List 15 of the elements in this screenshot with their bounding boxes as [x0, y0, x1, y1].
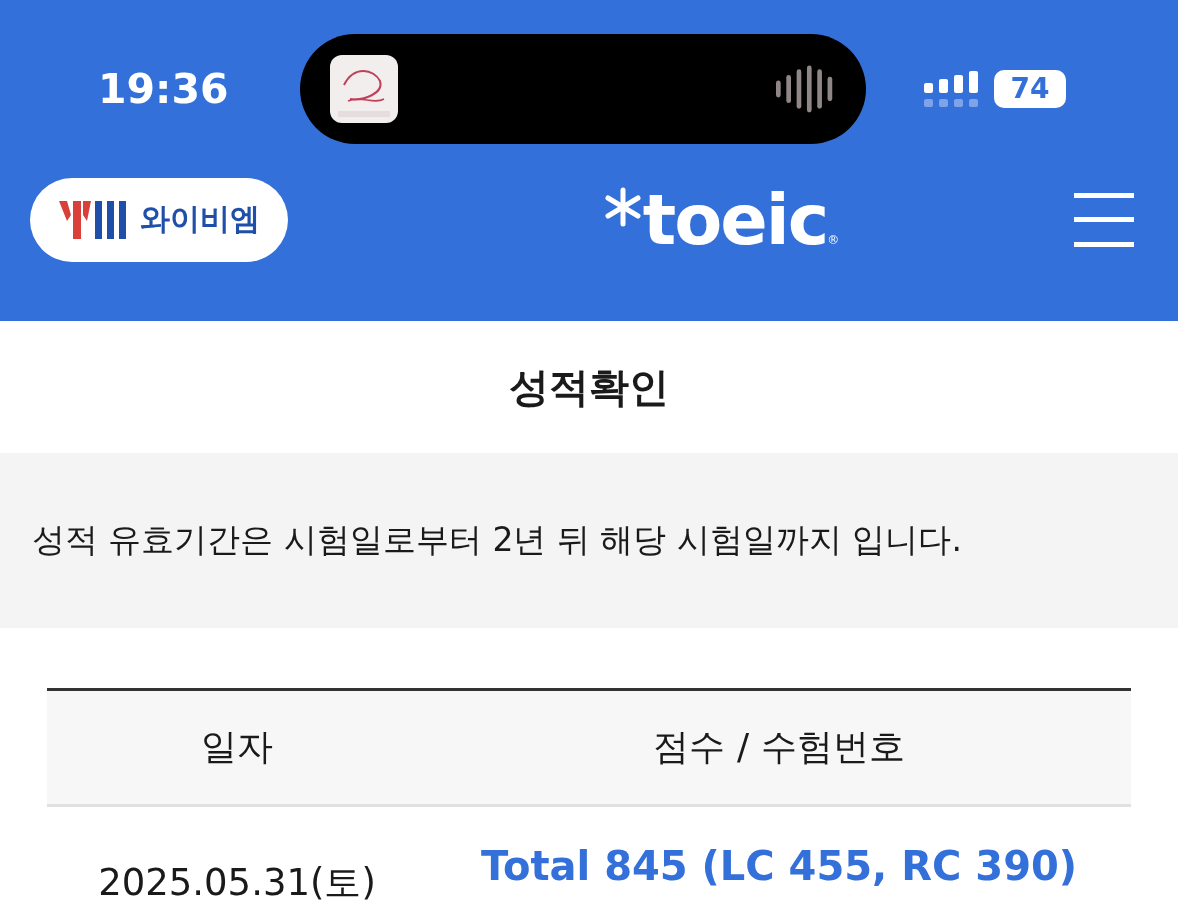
- battery-indicator: 74: [994, 70, 1066, 108]
- status-time: 19:36: [98, 65, 230, 113]
- column-header: 점수 / 수험번호: [652, 725, 906, 769]
- notice-text: 성적 유효기간은 시험일로부터 2년 뒤 해당 시험일까지 입니다.: [32, 519, 962, 561]
- score-link[interactable]: Total 845 (LC 455, RC 390): [427, 843, 1131, 889]
- signal-icon: [924, 71, 978, 107]
- brand-name: 와이비엠: [140, 200, 260, 238]
- page-title: 성적확인: [508, 362, 670, 412]
- table-cell-text: 2025.05.31(토): [97, 863, 377, 903]
- menu-icon[interactable]: [1074, 192, 1134, 247]
- registered-mark: ®: [827, 232, 840, 247]
- brand-badge[interactable]: 와이비엠: [30, 177, 288, 262]
- logo-text: toeic: [642, 178, 828, 261]
- column-header: 일자: [200, 725, 274, 769]
- asterisk-icon: [602, 186, 643, 227]
